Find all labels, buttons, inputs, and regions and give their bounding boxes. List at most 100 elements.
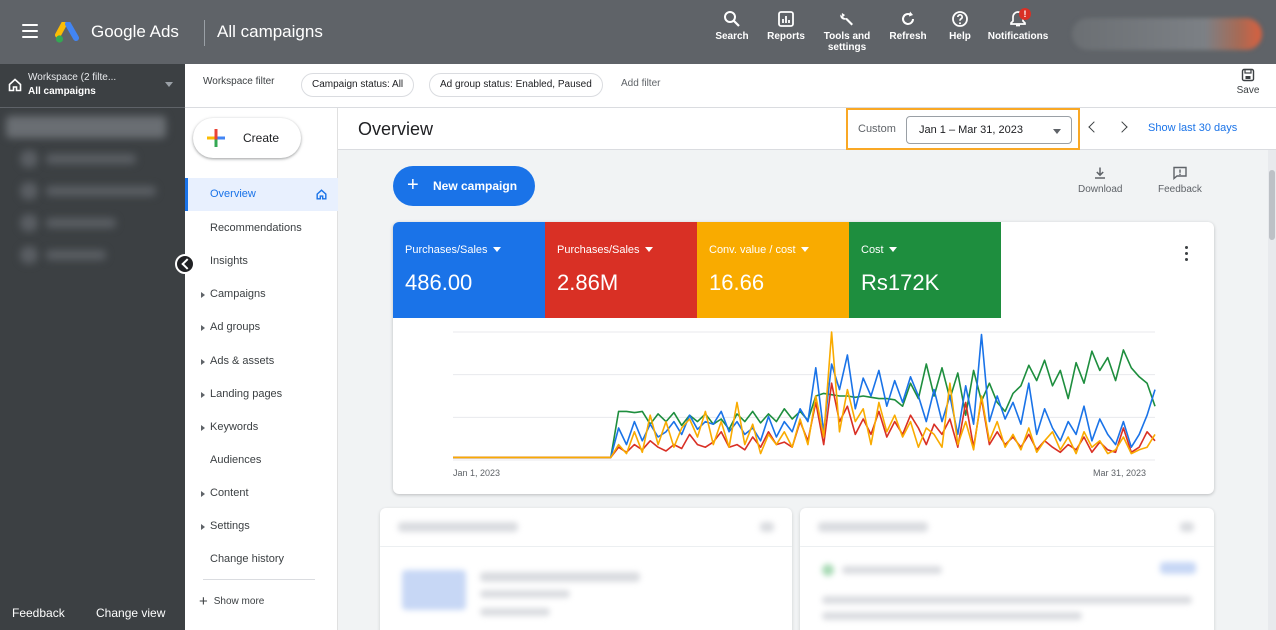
nav-item-change-history[interactable]: Change history xyxy=(185,543,338,576)
help-button[interactable]: Help xyxy=(944,10,976,56)
show-more-button[interactable]: + Show more xyxy=(199,593,264,610)
nav-item-label: Recommendations xyxy=(210,222,302,234)
scrollbar-thumb[interactable] xyxy=(1269,170,1275,240)
feedback-link[interactable]: Feedback xyxy=(12,606,65,620)
workspace-filter-label: Workspace filter xyxy=(203,76,275,87)
download-label: Download xyxy=(1078,184,1123,195)
metric-card-purchases[interactable]: Purchases/Sales 486.00 xyxy=(393,222,545,318)
nav-item-ads-assets[interactable]: Ads & assets xyxy=(185,345,338,378)
caret-right-icon xyxy=(201,359,205,365)
date-range-selector: Custom Jan 1 – Mar 31, 2023 xyxy=(846,108,1080,150)
tools-settings-label: Tools and settings xyxy=(823,31,871,53)
more-options-icon[interactable] xyxy=(1185,246,1189,264)
performance-line-chart xyxy=(453,331,1156,461)
next-period-button[interactable] xyxy=(1116,121,1128,133)
metric-selector[interactable]: Conv. value / cost xyxy=(709,244,809,256)
workspace-filter-summary: Workspace (2 filte... xyxy=(28,72,117,83)
nav-item-ad-groups[interactable]: Ad groups xyxy=(185,311,338,344)
menu-icon[interactable] xyxy=(22,24,38,38)
blurred-account-row xyxy=(46,218,116,228)
metric-selector[interactable]: Purchases/Sales xyxy=(405,244,501,256)
nav-item-audiences[interactable]: Audiences xyxy=(185,444,338,477)
caret-right-icon xyxy=(201,425,205,431)
nav-item-content[interactable]: Content xyxy=(185,477,338,510)
caret-right-icon xyxy=(201,392,205,398)
chart-series-line-0[interactable] xyxy=(453,349,1156,459)
save-icon xyxy=(1241,68,1255,82)
save-button[interactable]: Save xyxy=(1233,68,1263,96)
feedback-button[interactable]: Feedback xyxy=(1158,166,1202,195)
feedback-icon xyxy=(1173,166,1187,180)
blurred-insight-card xyxy=(380,508,792,630)
metric-label: Cost xyxy=(861,244,884,256)
collapse-sidebar-button[interactable] xyxy=(175,254,195,274)
chart-series-line-1[interactable] xyxy=(453,333,1156,459)
nav-item-overview[interactable]: Overview xyxy=(185,178,338,211)
plus-icon xyxy=(207,129,225,147)
nav-item-label: Keywords xyxy=(210,421,259,433)
caret-down-icon xyxy=(800,247,809,252)
account-switcher[interactable] xyxy=(1072,18,1262,50)
caret-right-icon xyxy=(201,491,205,497)
refresh-icon xyxy=(902,11,914,25)
home-icon xyxy=(316,189,327,200)
nav-item-label: Insights xyxy=(210,255,248,267)
metric-selector[interactable]: Purchases/Sales xyxy=(557,244,653,256)
chevron-down-icon xyxy=(1053,129,1061,134)
nav-item-label: Content xyxy=(210,487,249,499)
create-button[interactable]: Create xyxy=(193,118,301,158)
nav-item-landing-pages[interactable]: Landing pages xyxy=(185,378,338,411)
campaign-status-filter-chip[interactable]: Campaign status: All xyxy=(301,73,415,97)
nav-item-label: Ad groups xyxy=(210,321,261,333)
refresh-button[interactable]: Refresh xyxy=(886,10,930,56)
search-button[interactable]: Search xyxy=(714,10,750,56)
nav-item-keywords[interactable]: Keywords xyxy=(185,411,338,444)
brand-name: Google Ads xyxy=(91,22,179,41)
ad-group-status-filter-chip[interactable]: Ad group status: Enabled, Paused xyxy=(429,73,603,97)
overview-header: Overview Custom Jan 1 – Mar 31, 2023 Sho… xyxy=(338,108,1276,150)
nav-item-label: Audiences xyxy=(210,454,262,466)
change-view-link[interactable]: Change view xyxy=(96,606,165,620)
show-last-30-days-link[interactable]: Show last 30 days xyxy=(1148,122,1237,134)
metric-card-purchases-value[interactable]: Purchases/Sales 2.86M xyxy=(545,222,697,318)
nav-item-campaigns[interactable]: Campaigns xyxy=(185,278,338,311)
caret-right-icon xyxy=(201,292,205,298)
page-scrollbar[interactable] xyxy=(1268,150,1276,630)
overview-content: + New campaign Download Feedback Purchas… xyxy=(338,150,1268,630)
new-campaign-label: New campaign xyxy=(433,179,518,193)
nav-item-insights[interactable]: Insights xyxy=(185,245,338,278)
notification-badge: ! xyxy=(1019,8,1031,20)
date-range-dropdown[interactable]: Jan 1 – Mar 31, 2023 xyxy=(906,116,1072,144)
blurred-account-row xyxy=(46,154,136,164)
caret-right-icon xyxy=(201,524,205,530)
create-label: Create xyxy=(243,131,280,145)
chart-series-line-3[interactable] xyxy=(453,331,1156,459)
page-heading: All campaigns xyxy=(217,22,323,41)
google-ads-logo xyxy=(55,22,79,43)
metric-value: 486.00 xyxy=(405,270,473,295)
add-filter-button[interactable]: Add filter xyxy=(621,78,660,89)
x-axis-end-label: Mar 31, 2023 xyxy=(1093,468,1147,478)
caret-down-icon xyxy=(492,247,501,252)
tools-settings-button[interactable]: Tools and settings xyxy=(819,10,875,56)
date-mode-label: Custom xyxy=(858,123,896,135)
nav-item-settings[interactable]: Settings xyxy=(185,510,338,543)
workspace-selector[interactable]: Workspace (2 filte... All campaigns xyxy=(0,64,185,108)
download-button[interactable]: Download xyxy=(1078,166,1122,195)
previous-period-button[interactable] xyxy=(1088,121,1100,133)
metric-card-conv-value-cost[interactable]: Conv. value / cost 16.66 xyxy=(697,222,849,318)
workspace-scope: All campaigns xyxy=(28,86,96,97)
nav-item-label: Settings xyxy=(210,520,250,532)
date-range-value: Jan 1 – Mar 31, 2023 xyxy=(919,124,1023,136)
title-divider xyxy=(204,20,205,46)
blurred-account-icon xyxy=(20,214,38,232)
reports-button[interactable]: Reports xyxy=(764,10,808,56)
notifications-button[interactable]: ! Notifications xyxy=(986,8,1050,56)
help-icon xyxy=(952,11,968,27)
page-title: Overview xyxy=(358,119,434,139)
metric-card-cost[interactable]: Cost Rs172K xyxy=(849,222,1001,318)
metric-selector[interactable]: Cost xyxy=(861,244,897,256)
blurred-account-icon xyxy=(20,150,38,168)
nav-item-recommendations[interactable]: Recommendations xyxy=(185,212,338,245)
new-campaign-button[interactable]: + New campaign xyxy=(393,166,535,206)
